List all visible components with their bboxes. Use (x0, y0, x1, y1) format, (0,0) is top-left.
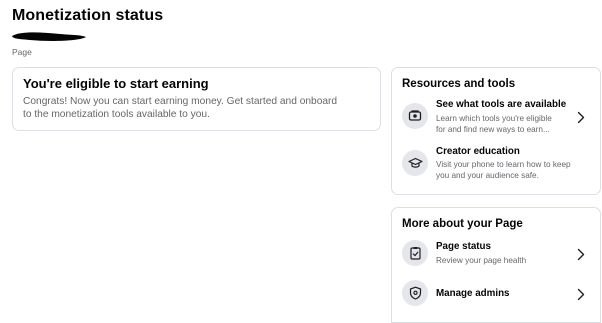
eligible-description: Congrats! Now you can start earning mone… (23, 95, 370, 121)
page-type-label: Page (12, 47, 32, 57)
clipboard-check-icon (402, 240, 428, 266)
tools-available-desc-line2: for and find new ways to earn... (436, 125, 550, 134)
tools-available-desc-line1: Learn which tools you're eligible (436, 114, 552, 123)
eligible-description-line1: Congrats! Now you can start earning mone… (23, 96, 338, 107)
chevron-right-icon (576, 110, 586, 124)
chevron-right-icon (576, 287, 586, 301)
resources-card: Resources and tools See what tools are a… (391, 67, 601, 195)
tools-available-title: See what tools are available (436, 99, 567, 110)
manage-admins-row[interactable]: Manage admins (392, 279, 600, 317)
graduation-cap-icon (402, 150, 428, 176)
more-about-page-card: More about your Page Page status Review … (391, 207, 601, 323)
manage-admins-title: Manage admins (436, 288, 510, 299)
chevron-right-icon (576, 247, 586, 261)
redacted-page-name (12, 32, 86, 41)
eligible-card: You're eligible to start earning Congrat… (12, 67, 381, 131)
more-about-heading: More about your Page (402, 218, 523, 230)
resources-heading: Resources and tools (402, 78, 516, 90)
page-status-row[interactable]: Page status Review your page health (392, 239, 600, 277)
shield-icon (402, 280, 428, 306)
eligible-description-line2: to the monetization tools available to y… (23, 109, 210, 120)
tools-icon (402, 103, 428, 129)
page-status-desc: Review your page health (436, 256, 527, 265)
creator-education-desc-line2: you and your audience safe. (436, 171, 539, 180)
creator-education-desc-line1: Visit your phone to learn how to keep (436, 160, 571, 169)
creator-education-title: Creator education (436, 146, 520, 157)
page-title: Monetization status (12, 7, 164, 24)
tools-available-row[interactable]: See what tools are available Learn which… (392, 99, 600, 137)
page-status-title: Page status (436, 241, 491, 252)
tools-available-desc: Learn which tools you're eligible for an… (436, 113, 584, 135)
creator-education-desc: Visit your phone to learn how to keep yo… (436, 159, 584, 181)
creator-education-row[interactable]: Creator education Visit your phone to le… (392, 146, 600, 184)
eligible-title: You're eligible to start earning (23, 76, 209, 91)
